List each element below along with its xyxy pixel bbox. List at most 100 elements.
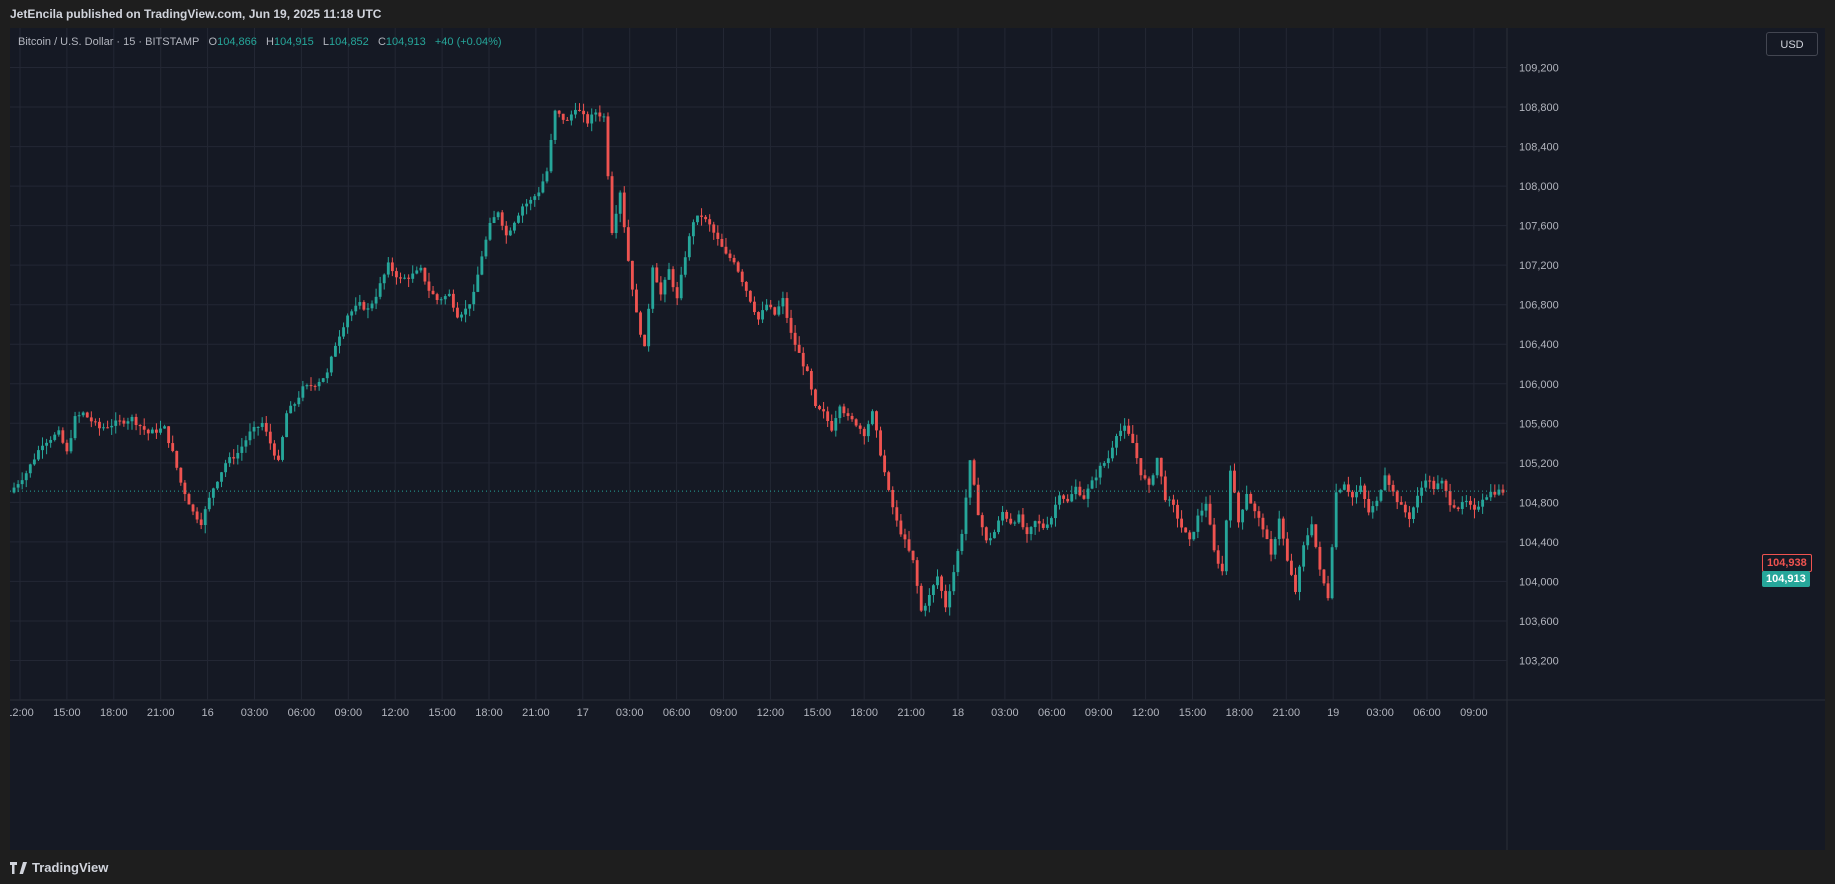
candle-body <box>1151 475 1155 485</box>
candle-body <box>805 366 809 372</box>
candle <box>586 111 590 127</box>
candle-body <box>419 267 423 271</box>
candle <box>1346 476 1350 497</box>
x-tick-label: 15:00 <box>53 707 81 719</box>
published-text: JetEncila published on TradingView.com, … <box>10 7 382 21</box>
candle <box>1501 484 1505 496</box>
candle <box>285 410 289 438</box>
candle-body <box>1111 447 1114 459</box>
candle-body <box>529 199 533 204</box>
candle-body <box>504 225 508 236</box>
candle-body <box>590 114 594 124</box>
candle-body <box>1082 495 1086 499</box>
candle-body <box>358 302 362 306</box>
candle-body <box>940 576 943 591</box>
candle-body <box>594 112 598 115</box>
candle <box>24 470 28 488</box>
candle <box>1322 568 1326 586</box>
candle-body <box>1298 566 1301 592</box>
candle <box>447 289 451 297</box>
candle-body <box>423 267 427 282</box>
candle <box>968 459 972 505</box>
candle-body <box>997 520 1000 533</box>
candle <box>53 432 57 442</box>
candle-body <box>1432 480 1436 490</box>
high-value: 104,915 <box>273 36 314 48</box>
candle-body <box>753 301 756 313</box>
candle-body <box>1302 545 1306 567</box>
candle-body <box>651 267 655 309</box>
candle-body <box>1334 492 1338 548</box>
x-tick-label: 12:00 <box>10 707 34 719</box>
candle-body <box>1119 430 1122 437</box>
candle-body <box>431 290 435 295</box>
candle-body <box>146 429 150 434</box>
candle-body <box>93 421 97 423</box>
candle <box>1277 510 1281 546</box>
candle-body <box>1033 521 1037 528</box>
candle <box>244 435 248 453</box>
candle-body <box>1180 518 1184 528</box>
symbol-name: Bitcoin / U.S. Dollar · 15 · BITSTAMP <box>18 36 200 48</box>
candle <box>1363 483 1367 508</box>
low-value: 104,852 <box>329 36 369 48</box>
candle <box>618 190 622 223</box>
candle <box>211 487 215 506</box>
candle-body <box>1322 569 1326 584</box>
candle-body <box>167 426 171 444</box>
candle <box>504 221 508 244</box>
chart-panel[interactable]: 103,200 103,600 104,000 104,400 104,800 105,2… <box>10 28 1825 850</box>
currency-button[interactable]: USD <box>1766 32 1818 56</box>
candle <box>32 453 36 466</box>
candle-body <box>1289 560 1293 575</box>
x-tick-label: 09:00 <box>335 707 363 719</box>
x-tick-label: 12:00 <box>1132 707 1160 719</box>
candle <box>1094 469 1098 489</box>
candle <box>1212 517 1216 553</box>
candle <box>1180 510 1184 533</box>
candle-body <box>57 430 61 435</box>
candle-body <box>891 489 895 508</box>
candle-body <box>134 416 138 425</box>
candle <box>724 237 728 255</box>
candle-body <box>211 488 215 498</box>
candle-body <box>549 139 553 172</box>
candle-body <box>1359 485 1363 492</box>
open-label: O <box>208 36 218 48</box>
candle <box>321 377 325 383</box>
candle-body <box>899 520 903 535</box>
candle-body <box>179 467 183 483</box>
candle-body <box>1147 478 1151 485</box>
candle <box>517 212 520 224</box>
candle <box>154 423 158 439</box>
candle <box>1261 513 1265 538</box>
x-tick-label: 18:00 <box>475 707 503 719</box>
candle <box>49 436 53 448</box>
candle <box>838 404 842 424</box>
candle-body <box>736 262 740 272</box>
candle-body <box>724 246 728 254</box>
candle-body <box>512 222 516 231</box>
candle-body <box>224 463 228 473</box>
candle <box>1119 423 1122 442</box>
candle-body <box>858 425 862 429</box>
candle-body <box>268 431 272 444</box>
candle <box>1200 502 1204 523</box>
candle-body <box>1379 490 1383 501</box>
candle-body <box>1176 504 1179 519</box>
candle-body <box>1094 477 1098 481</box>
candle-body <box>130 416 134 422</box>
candle-body <box>854 419 858 426</box>
y-tick-label: 108,400 <box>1519 142 1559 154</box>
candle <box>814 388 817 408</box>
tradingview-logo[interactable]: TradingView <box>10 860 108 875</box>
candle-body <box>496 212 500 218</box>
x-tick-label: 12:00 <box>757 707 785 719</box>
candlestick-chart[interactable]: 103,200 103,600 104,000 104,400 104,800 105,2… <box>10 28 1825 850</box>
x-tick-label: 06:00 <box>1038 707 1066 719</box>
candle-body <box>1029 527 1033 535</box>
candle <box>1058 491 1061 510</box>
candle <box>1342 481 1346 491</box>
candle-body <box>663 279 667 295</box>
candle-body <box>1066 498 1070 502</box>
